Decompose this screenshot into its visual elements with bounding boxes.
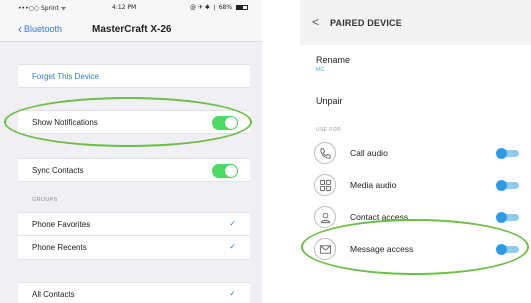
- back-label: Bluetooth: [24, 24, 63, 34]
- status-time: 4:12 PM: [112, 4, 137, 11]
- call-audio-toggle[interactable]: [496, 148, 519, 159]
- sync-contacts-toggle[interactable]: [212, 164, 238, 178]
- group-label: All Contacts: [32, 290, 75, 299]
- chevron-left-icon: ‹: [18, 21, 22, 36]
- highlight-oval: [301, 219, 529, 275]
- contact-access-toggle[interactable]: [496, 212, 519, 223]
- status-icons: @ ✈ ✱ ❘ 68%: [190, 4, 248, 11]
- group-row-phone-favorites[interactable]: Phone Favorites ✓: [18, 212, 250, 236]
- battery-percent: @ ✈ ✱ ❘ 68%: [190, 4, 233, 11]
- call-audio-row: Call audio: [312, 138, 527, 168]
- media-icon: [314, 174, 336, 196]
- group-label: Phone Favorites: [32, 220, 91, 229]
- forget-device-label: Forget This Device: [32, 72, 99, 81]
- call-audio-label: Call audio: [350, 148, 388, 158]
- checkmark-icon: ✓: [229, 242, 236, 251]
- highlight-oval: [4, 97, 252, 147]
- group-row-phone-recents[interactable]: Phone Recents ✓: [18, 236, 250, 260]
- back-button[interactable]: ‹ Bluetooth: [18, 21, 63, 36]
- status-bar: •••○○ Sprint ᯤ 4:12 PM @ ✈ ✱ ❘ 68%: [0, 0, 262, 16]
- page-title: PAIRED DEVICE: [330, 18, 402, 28]
- sync-contacts-row: Sync Contacts: [18, 158, 250, 182]
- sync-contacts-label: Sync Contacts: [32, 166, 84, 175]
- android-paired-device-screen: < PAIRED DEVICE Rename MC Unpair USE FOR…: [300, 0, 531, 303]
- media-audio-row: Media audio: [312, 170, 527, 200]
- use-for-header: USE FOR: [316, 127, 342, 133]
- group-label: Phone Recents: [32, 243, 87, 252]
- checkmark-icon: ✓: [229, 219, 236, 228]
- back-arrow-icon[interactable]: <: [312, 15, 319, 29]
- contact-icon: [314, 206, 336, 228]
- rename-label: Rename: [316, 55, 351, 65]
- header-bar: < PAIRED DEVICE: [300, 0, 531, 45]
- ios-bluetooth-device-screen: •••○○ Sprint ᯤ 4:12 PM @ ✈ ✱ ❘ 68% ‹ Blu…: [0, 0, 262, 303]
- battery-icon: [236, 5, 248, 10]
- checkmark-icon: ✓: [229, 289, 236, 298]
- page-title: MasterCraft X-26: [92, 24, 172, 35]
- navigation-bar: ‹ Bluetooth MasterCraft X-26: [0, 16, 262, 42]
- groups-header: GROUPS: [32, 197, 58, 203]
- device-name-value: MC: [316, 67, 325, 73]
- forget-device-button[interactable]: Forget This Device: [18, 64, 250, 88]
- unpair-button[interactable]: Unpair: [316, 96, 343, 106]
- phone-icon: [314, 142, 336, 164]
- media-audio-label: Media audio: [350, 180, 397, 190]
- group-row-all-contacts[interactable]: All Contacts ✓: [18, 282, 250, 303]
- carrier-label: •••○○ Sprint ᯤ: [18, 5, 67, 12]
- media-audio-toggle[interactable]: [496, 180, 519, 191]
